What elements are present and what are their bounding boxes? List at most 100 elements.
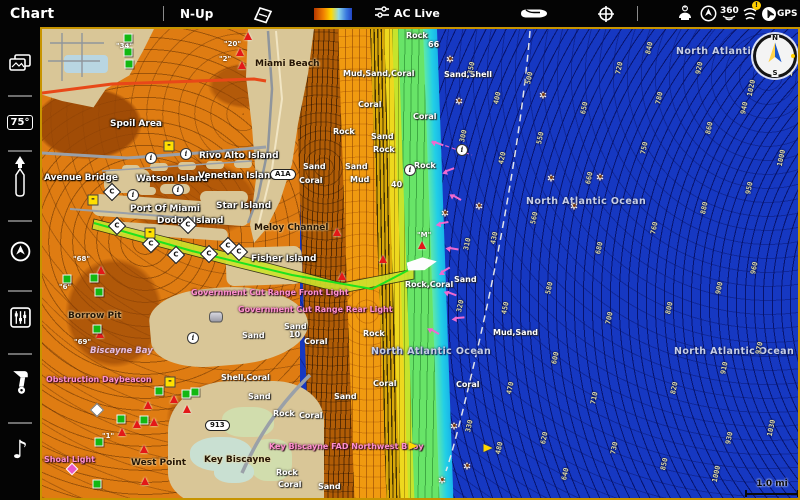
red-daymark[interactable] [96, 330, 104, 338]
red-daymark[interactable] [97, 266, 105, 274]
green-daymark[interactable] [117, 415, 126, 424]
caution-marker[interactable]: - [165, 377, 176, 388]
green-daymark[interactable] [124, 34, 133, 43]
buoy-flag[interactable] [484, 444, 493, 452]
red-daymark[interactable] [118, 428, 126, 436]
red-daymark[interactable] [236, 48, 244, 56]
channel-marker[interactable]: C [179, 216, 197, 234]
green-daymark[interactable] [155, 387, 164, 396]
tank-marker[interactable] [209, 312, 223, 323]
red-daymark[interactable] [144, 401, 152, 409]
coral-symbol[interactable]: ∗ [595, 172, 604, 183]
red-daymark[interactable] [333, 228, 341, 236]
red-daymark[interactable] [418, 241, 426, 249]
red-daymark[interactable] [150, 418, 158, 426]
info-marker[interactable]: i [180, 148, 192, 160]
chart-map-view[interactable]: Miami BeachSpoil AreaRivo Alto IslandAve… [40, 27, 800, 500]
caution-marker[interactable]: - [145, 228, 156, 239]
channel-marker[interactable]: C [230, 243, 248, 261]
coral-symbol[interactable]: ∗ [569, 201, 578, 212]
channel-marker[interactable]: C [108, 217, 126, 235]
info-marker[interactable]: i [145, 152, 157, 164]
current-arrow[interactable] [446, 168, 455, 172]
red-daymark[interactable] [170, 395, 178, 403]
info-marker[interactable]: i [456, 144, 468, 156]
chart-layer-icon[interactable] [252, 0, 274, 27]
green-daymark[interactable] [63, 275, 72, 284]
red-daymark[interactable] [140, 445, 148, 453]
red-daymark[interactable] [244, 32, 252, 40]
current-arrow[interactable] [435, 142, 444, 146]
depth-contour-label: 1000 [776, 149, 787, 167]
channel-marker[interactable]: C [167, 246, 185, 264]
red-daymark[interactable] [238, 61, 246, 69]
sonar-360-status-icon[interactable]: 360 [720, 0, 739, 27]
current-arrow[interactable] [439, 221, 448, 224]
green-daymark[interactable] [93, 325, 102, 334]
info-marker[interactable]: i [404, 164, 416, 176]
white-daymark[interactable] [90, 403, 104, 417]
buoy-flag[interactable] [409, 442, 418, 450]
current-arrow[interactable] [455, 317, 464, 319]
sonar-alert-icon[interactable]: ! [742, 0, 758, 27]
orientation-button[interactable]: N-Up [180, 0, 213, 27]
sidebar-item-music[interactable]: ♪ [0, 431, 40, 467]
green-daymark[interactable] [95, 288, 104, 297]
sidebar-item-settings[interactable] [0, 301, 40, 337]
channel-marker[interactable]: C [200, 245, 218, 263]
green-daymark[interactable] [90, 274, 99, 283]
depth-palette-bar[interactable] [314, 8, 352, 20]
sidebar-item-navigation[interactable] [0, 157, 40, 201]
caution-marker[interactable]: - [164, 141, 175, 152]
depth-contour-label: 1010 [786, 59, 797, 77]
transducer-status-icon[interactable] [676, 0, 694, 27]
green-daymark[interactable] [124, 48, 133, 57]
green-daymark[interactable] [191, 388, 200, 397]
red-daymark[interactable] [183, 405, 191, 413]
coral-symbol[interactable]: ∗ [449, 421, 458, 432]
info-marker[interactable]: i [187, 332, 199, 344]
coral-symbol[interactable]: ∗ [437, 475, 446, 486]
current-arrow[interactable] [442, 267, 451, 273]
coral-symbol[interactable]: ∗ [474, 201, 483, 212]
sidebar-item-screenshots[interactable] [0, 47, 40, 83]
talon-status-icon[interactable] [700, 0, 717, 27]
gps-location-icon[interactable] [762, 0, 776, 27]
green-daymark[interactable] [93, 480, 102, 489]
info-marker[interactable]: i [172, 184, 184, 196]
channel-marker[interactable]: C [142, 235, 160, 253]
coral-symbol[interactable]: ∗ [546, 173, 555, 184]
road-venetian [102, 161, 252, 171]
coral-symbol[interactable]: ∗ [454, 96, 463, 107]
magenta-daymark[interactable] [66, 463, 79, 476]
depth-contour-label: 780 [654, 91, 664, 105]
ac-live-button[interactable]: AC Live [374, 0, 440, 27]
channel-marker[interactable]: C [103, 183, 121, 201]
green-daymark[interactable] [140, 416, 149, 425]
red-daymark[interactable] [141, 477, 149, 485]
current-arrow[interactable] [448, 292, 457, 296]
sidebar-item-motor[interactable] [0, 363, 40, 405]
red-daymark[interactable] [379, 255, 387, 263]
channel-marker[interactable]: C [219, 237, 237, 255]
current-arrow[interactable] [453, 195, 462, 201]
green-daymark[interactable] [95, 438, 104, 447]
sidebar-item-temperature[interactable]: 75° [0, 107, 40, 137]
sidebar-item-talon[interactable] [0, 235, 40, 271]
red-daymark[interactable] [133, 420, 141, 428]
green-daymark[interactable] [182, 390, 191, 399]
coral-symbol[interactable]: ∗ [538, 90, 547, 101]
current-arrow[interactable] [449, 247, 458, 250]
coral-symbol[interactable]: ∗ [462, 461, 471, 472]
current-arrow[interactable] [431, 329, 440, 335]
coral-symbol[interactable]: ∗ [440, 208, 449, 219]
cursor-target-icon[interactable] [596, 0, 616, 27]
info-marker[interactable]: i [127, 189, 139, 201]
caution-marker[interactable]: - [88, 195, 99, 206]
boat-icon[interactable] [520, 0, 548, 27]
compass-rose[interactable]: N S [753, 34, 797, 78]
green-daymark[interactable] [125, 60, 134, 69]
coral-symbol[interactable]: ∗ [445, 54, 454, 65]
ownship-icon[interactable] [406, 255, 438, 274]
red-daymark[interactable] [338, 272, 346, 280]
